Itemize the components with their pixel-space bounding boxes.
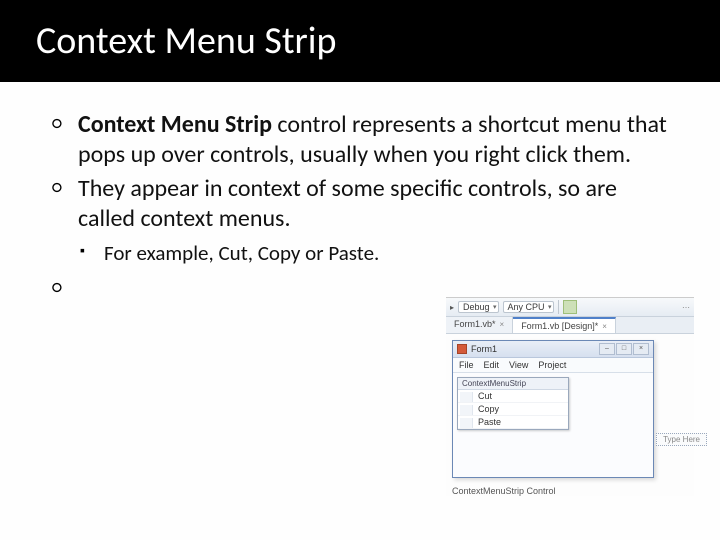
menu-view: View xyxy=(509,360,528,370)
vs-toolbar: ▸ Debug Any CPU ⋯ xyxy=(446,298,694,317)
toolbar-config-dropdown: Debug xyxy=(458,301,499,313)
close-icon: × xyxy=(500,320,505,329)
slide: Context Menu Strip Context Menu Strip co… xyxy=(0,0,720,540)
window-buttons: – □ × xyxy=(599,343,649,355)
designer-canvas: Form1 – □ × File Edit View Project Conte… xyxy=(446,334,694,496)
tab-formvb: Form1.vb* × xyxy=(446,317,513,333)
sub-bullet-1: For example, Cut, Copy or Paste. xyxy=(56,240,676,266)
bullet-1: Context Menu Strip control represents a … xyxy=(56,110,676,170)
vs-tabs: Form1.vb* × Form1.vb [Design]* × xyxy=(446,317,694,334)
embedded-screenshot: ▸ Debug Any CPU ⋯ Form1.vb* × Form1.vb [D… xyxy=(446,297,694,496)
form-icon xyxy=(457,344,467,354)
slide-title: Context Menu Strip xyxy=(0,0,720,82)
form-window: Form1 – □ × File Edit View Project Conte… xyxy=(452,340,654,478)
form-titlebar: Form1 – □ × xyxy=(453,341,653,358)
toolbar-separator xyxy=(558,300,559,314)
menu-edit: Edit xyxy=(484,360,500,370)
ctx-item-copy: Copy xyxy=(458,403,568,416)
ctx-header: ContextMenuStrip xyxy=(458,378,568,390)
toolbar-play-icon: ▸ xyxy=(450,303,454,312)
minimize-icon: – xyxy=(599,343,615,355)
context-menu-strip: ContextMenuStrip Cut Copy Paste xyxy=(457,377,569,430)
type-here-placeholder: Type Here xyxy=(656,433,707,446)
form-title-text: Form1 xyxy=(471,344,497,354)
close-icon: × xyxy=(602,322,607,331)
close-icon: × xyxy=(633,343,649,355)
tab-designer-label: Form1.vb [Design]* xyxy=(521,321,598,331)
ctx-item-cut: Cut xyxy=(458,390,568,403)
toolbar-overflow-icon: ⋯ xyxy=(682,303,690,312)
ctx-item-paste: Paste xyxy=(458,416,568,429)
bullet-2: They appear in context of some specific … xyxy=(56,174,676,234)
slide-content: Context Menu Strip control represents a … xyxy=(0,82,720,304)
screenshot-caption: ContextMenuStrip Control xyxy=(452,486,688,496)
maximize-icon: □ xyxy=(616,343,632,355)
toolbar-platform-dropdown: Any CPU xyxy=(503,301,554,313)
form-menubar: File Edit View Project xyxy=(453,358,653,373)
toolbar-icon xyxy=(563,300,577,314)
bullet-1-bold: Context Menu Strip xyxy=(78,110,272,139)
menu-project: Project xyxy=(538,360,566,370)
menu-file: File xyxy=(459,360,474,370)
tab-designer: Form1.vb [Design]* × xyxy=(513,317,616,333)
tab-formvb-label: Form1.vb* xyxy=(454,319,496,329)
form-body: ContextMenuStrip Cut Copy Paste Type Her… xyxy=(453,373,653,477)
